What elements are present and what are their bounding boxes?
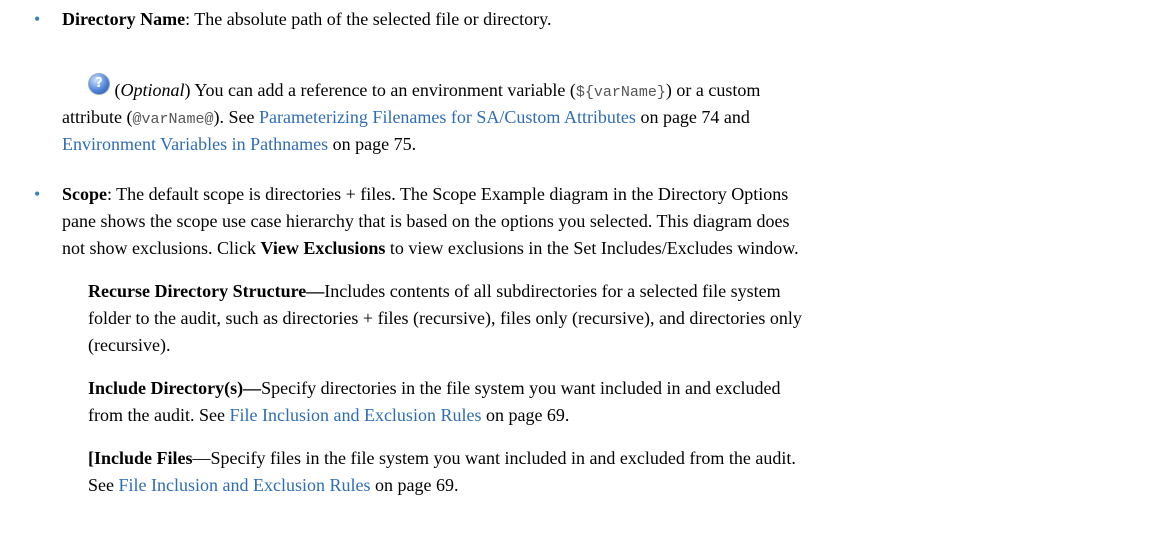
include-dirs-text: on page 69.: [481, 405, 570, 425]
optional-text: on page 75.: [328, 134, 417, 154]
link-environment-variables[interactable]: Environment Variables in Pathnames: [62, 134, 328, 154]
code-varname: ${varName}: [575, 84, 666, 101]
bullet: •: [34, 9, 41, 29]
directory-name-text: : The absolute path of the selected file…: [185, 9, 552, 29]
directory-name-label: Directory Name: [62, 9, 186, 29]
optional-text: on page 74 and: [635, 107, 750, 127]
include-files-line2: See File Inclusion and Exclusion Rules o…: [88, 472, 1164, 499]
optional-text: ) You can add a reference to an environm…: [184, 80, 576, 100]
optional-note-cont: attribute (@varName@). See Parameterizin…: [62, 104, 1162, 133]
recurse-line2: folder to the audit, such as directories…: [88, 308, 802, 328]
optional-text: ) or a custom: [665, 80, 761, 100]
optional-text: ). See: [213, 107, 259, 127]
scope-item: Scope: The default scope is directories …: [62, 181, 1162, 208]
code-attr: @varName@: [132, 111, 214, 128]
include-files-item: [Include Files—Specify files in the file…: [88, 445, 1164, 472]
scope-text: to view exclusions in the Set Includes/E…: [385, 238, 799, 258]
include-dirs-text: from the audit. See: [88, 405, 230, 425]
link-parameterizing-filenames[interactable]: Parameterizing Filenames for SA/Custom A…: [259, 107, 636, 127]
help-icon: ?: [88, 73, 110, 95]
view-exclusions-label: View Exclusions: [260, 238, 386, 258]
scope-line2: pane shows the scope use case hierarchy …: [62, 211, 790, 231]
include-dirs-line2: from the audit. See File Inclusion and E…: [88, 402, 1164, 429]
document-page: • Directory Name: The absolute path of t…: [0, 0, 1168, 556]
include-files-text: on page 69.: [370, 475, 459, 495]
optional-note: ? (Optional) You can add a reference to …: [88, 73, 1164, 106]
recurse-text: Includes contents of all subdirectories …: [324, 281, 781, 301]
link-file-inclusion-rules[interactable]: File Inclusion and Exclusion Rules: [229, 405, 481, 425]
include-dirs-text: Specify directories in the file system y…: [261, 378, 781, 398]
bullet: •: [34, 184, 41, 204]
include-dirs-label: Include Directory(s)—: [88, 378, 262, 398]
optional-label: Optional: [120, 80, 185, 100]
recurse-label: Recurse Directory Structure—: [88, 281, 325, 301]
include-files-text: See: [88, 475, 119, 495]
recurse-line3: (recursive).: [88, 335, 171, 355]
directory-name-item: Directory Name: The absolute path of the…: [62, 6, 1162, 33]
optional-text: attribute (: [62, 107, 133, 127]
scope-text: : The default scope is directories + fil…: [107, 184, 789, 204]
scope-label: Scope: [62, 184, 107, 204]
link-file-inclusion-rules[interactable]: File Inclusion and Exclusion Rules: [119, 475, 371, 495]
include-files-label: [Include Files: [88, 448, 193, 468]
include-dirs-item: Include Directory(s)—Specify directories…: [88, 375, 1164, 402]
recurse-item: Recurse Directory Structure—Includes con…: [88, 278, 1164, 305]
scope-text: not show exclusions. Click: [62, 238, 261, 258]
include-files-text: —Specify files in the file system you wa…: [192, 448, 796, 468]
scope-line3: not show exclusions. Click View Exclusio…: [62, 235, 1162, 262]
optional-note-cont2: Environment Variables in Pathnames on pa…: [62, 131, 1162, 158]
